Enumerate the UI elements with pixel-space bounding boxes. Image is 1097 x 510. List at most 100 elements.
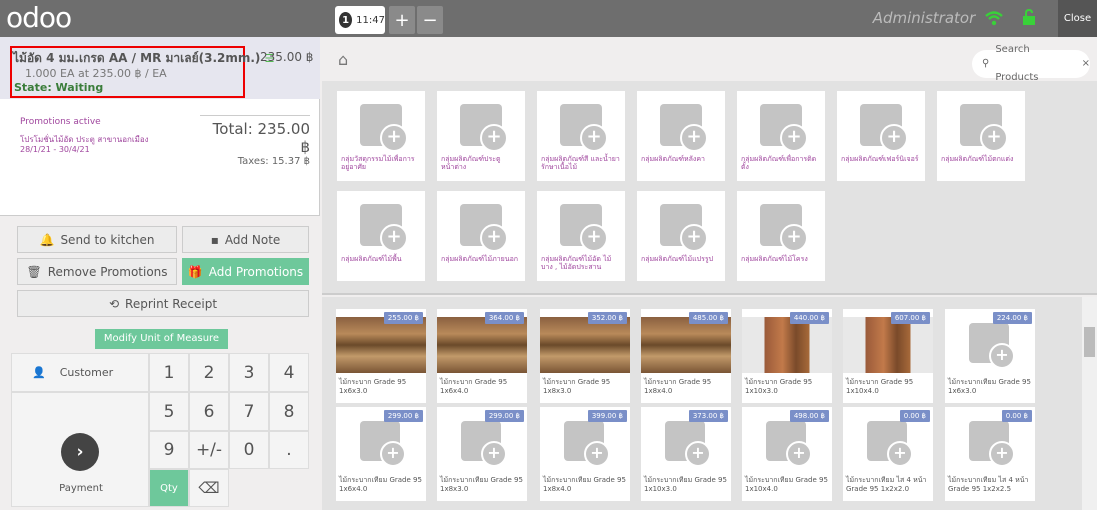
search-input[interactable]: ⚲ Search Products ×	[972, 44, 1090, 83]
category-item[interactable]: กลุ่มผลิตภัณฑ์ไม้ตกแต่ง	[937, 91, 1025, 181]
category-item[interactable]: กลุ่มผลิตภัณฑ์ไม้แปรรูป	[637, 191, 725, 281]
product-name: ไม้กระบากเทียม Grade 95 1x10x4.0	[745, 476, 828, 493]
user-icon: 👤	[32, 366, 46, 379]
order-number: 1	[339, 12, 353, 28]
camera-placeholder-icon	[660, 104, 708, 152]
category-item[interactable]: กลุ่มผลิตภัณฑ์ไม้อัด ไม้บาง , ไม้อัดประส…	[537, 191, 625, 281]
product-name: ไม้กระบากเทียม Grade 95 1x8x4.0	[543, 476, 626, 493]
keypad-5[interactable]: 5	[149, 392, 189, 431]
qty-mode-button[interactable]: Qty	[149, 469, 189, 507]
product-image	[437, 317, 527, 373]
category-item[interactable]: กลุ่มผลิตภัณฑ์เฟอร์นิเจอร์	[837, 91, 925, 181]
camera-placeholder-icon	[564, 421, 610, 467]
keypad-plus-minus[interactable]: +/-	[189, 431, 229, 469]
category-item[interactable]: กลุ่มผลิตภัณฑ์ไม้ภายนอก	[437, 191, 525, 281]
product-card[interactable]: 607.00 ฿ไม้กระบาก Grade 95 1x10x4.0	[843, 309, 933, 403]
refresh-icon: ⟲	[108, 296, 120, 311]
product-image	[540, 317, 630, 373]
product-price: 224.00 ฿	[992, 312, 1032, 324]
order-line[interactable]: ไม้อัด 4 มม.เกรด AA / MR มาเลย์(3.2mm.) …	[0, 37, 320, 99]
product-card[interactable]: 299.00 ฿ไม้กระบากเทียม Grade 95 1x6x4.0	[336, 407, 426, 501]
camera-placeholder-icon	[560, 104, 608, 152]
category-item[interactable]: กลุ่มผลิตภัณฑ์ประตู หน้าต่าง	[437, 91, 525, 181]
user-name: Administrator	[872, 9, 976, 27]
product-price: 485.00 ฿	[688, 312, 728, 324]
keypad-3[interactable]: 3	[229, 353, 269, 392]
product-card[interactable]: 0.00 ฿ไม้กระบากเทียม ไส 4 หน้า Grade 95 …	[945, 407, 1035, 501]
customer-button[interactable]: 👤 Customer	[11, 353, 149, 392]
reprint-receipt-button[interactable]: ⟲ Reprint Receipt	[17, 290, 309, 317]
close-button[interactable]: Close	[1058, 0, 1097, 37]
product-card[interactable]: 498.00 ฿ไม้กระบากเทียม Grade 95 1x10x4.0	[742, 407, 832, 501]
product-name: ไม้กระบากเทียม Grade 95 1x8x3.0	[440, 476, 523, 493]
product-price: 255.00 ฿	[383, 312, 423, 324]
bell-icon: 🔔	[39, 232, 55, 247]
camera-placeholder-icon	[360, 421, 406, 467]
new-order-button[interactable]: +	[389, 6, 415, 34]
category-item[interactable]: กลุ่มผลิตภัณฑ์หลังคา	[637, 91, 725, 181]
order-tab[interactable]: 1 11:47	[335, 6, 385, 34]
category-item[interactable]: กลุ่มวัสดุกรรมไม้เพื่อการอยู่อาศัย	[337, 91, 425, 181]
home-icon[interactable]: ⌂	[338, 50, 348, 69]
keypad-2[interactable]: 2	[189, 353, 229, 392]
promotions-title: Promotions active	[20, 117, 101, 127]
category-item[interactable]: กลุ่มผลิตภัณฑ์ไม้โครง	[737, 191, 825, 281]
product-name: ไม้กระบาก Grade 95 1x8x4.0	[644, 378, 712, 395]
category-item[interactable]: กลุ่มผลิตภัณฑ์เพื่อการติดตั้ง	[737, 91, 825, 181]
product-card[interactable]: 299.00 ฿ไม้กระบากเทียม Grade 95 1x8x3.0	[437, 407, 527, 501]
add-promotions-button[interactable]: 🎁 Add Promotions	[182, 258, 309, 285]
scrollbar-thumb[interactable]	[1084, 327, 1095, 357]
keypad-8[interactable]: 8	[269, 392, 309, 431]
keypad-9[interactable]: 9	[149, 431, 189, 469]
camera-placeholder-icon	[969, 323, 1015, 369]
keypad-1[interactable]: 1	[149, 353, 189, 392]
send-to-kitchen-button[interactable]: 🔔 Send to kitchen	[17, 226, 177, 253]
category-list: กลุ่มวัสดุกรรมไม้เพื่อการอยู่อาศัย กลุ่ม…	[322, 81, 1097, 295]
keypad-0[interactable]: 0	[229, 431, 269, 469]
product-image	[843, 317, 933, 373]
product-card[interactable]: 364.00 ฿ไม้กระบาก Grade 95 1x6x4.0	[437, 309, 527, 403]
product-card[interactable]: 224.00 ฿ไม้กระบากเทียม Grade 95 1x6x3.0	[945, 309, 1035, 403]
category-item[interactable]: กลุ่มผลิตภัณฑ์สี และน้ำยารักษาเนื้อไม้	[537, 91, 625, 181]
keypad-7[interactable]: 7	[229, 392, 269, 431]
category-item[interactable]: กลุ่มผลิตภัณฑ์ไม้พื้น	[337, 191, 425, 281]
delete-order-button[interactable]: −	[417, 6, 443, 34]
product-card[interactable]: 255.00 ฿ไม้กระบาก Grade 95 1x6x3.0	[336, 309, 426, 403]
product-price: 299.00 ฿	[484, 410, 524, 422]
order-line-product: ไม้อัด 4 มม.เกรด AA / MR มาเลย์(3.2mm.) …	[13, 51, 275, 65]
payment-label: Payment	[59, 483, 103, 494]
top-bar: odoo 1 11:47 + − Administrator Close	[0, 0, 1097, 37]
camera-placeholder-icon	[860, 104, 908, 152]
product-name: ไม้กระบาก Grade 95 1x6x3.0	[339, 378, 407, 395]
product-card[interactable]: 0.00 ฿ไม้กระบากเทียม ไส 4 หน้า Grade 95 …	[843, 407, 933, 501]
note-icon: ▪	[210, 232, 219, 247]
order-pane: ไม้อัด 4 มม.เกรด AA / MR มาเลย์(3.2mm.) …	[0, 37, 320, 510]
product-name: ไม้กระบาก Grade 95 1x6x4.0	[440, 378, 508, 395]
product-name: ไม้กระบาก Grade 95 1x10x3.0	[745, 378, 813, 395]
control-panel: 🔔 Send to kitchen ▪ Add Note 🗑 Remove Promo…	[0, 215, 320, 510]
backspace-icon[interactable]: ⌫	[189, 469, 229, 507]
keypad-6[interactable]: 6	[189, 392, 229, 431]
payment-button[interactable]: › Payment	[11, 392, 149, 507]
remove-promotions-button[interactable]: 🗑 Remove Promotions	[17, 258, 177, 285]
product-name: ไม้กระบากเทียม Grade 95 1x6x3.0	[948, 378, 1031, 395]
keypad-dot[interactable]: .	[269, 431, 309, 469]
modify-uom-button[interactable]: Modify Unit of Measure	[95, 329, 228, 349]
camera-placeholder-icon	[460, 104, 508, 152]
product-image	[641, 317, 731, 373]
keypad-4[interactable]: 4	[269, 353, 309, 392]
lock-icon[interactable]	[1022, 8, 1036, 29]
wifi-icon	[985, 10, 1003, 30]
camera-placeholder-icon	[665, 421, 711, 467]
product-card[interactable]: 440.00 ฿ไม้กระบาก Grade 95 1x10x3.0	[742, 309, 832, 403]
clear-search-icon[interactable]: ×	[1082, 50, 1090, 78]
product-card[interactable]: 399.00 ฿ไม้กระบากเทียม Grade 95 1x8x4.0	[540, 407, 630, 501]
product-card[interactable]: 352.00 ฿ไม้กระบาก Grade 95 1x8x3.0	[540, 309, 630, 403]
scrollbar[interactable]	[1082, 297, 1097, 510]
product-card[interactable]: 485.00 ฿ไม้กระบาก Grade 95 1x8x4.0	[641, 309, 731, 403]
product-card[interactable]: 373.00 ฿ไม้กระบากเทียม Grade 95 1x10x3.0	[641, 407, 731, 501]
product-screen: ⌂ ⚲ Search Products × กลุ่มวัสดุกรรมไม้เ…	[322, 37, 1097, 510]
add-note-button[interactable]: ▪ Add Note	[182, 226, 309, 253]
order-line-state: State: Waiting	[14, 81, 104, 94]
product-price: 299.00 ฿	[383, 410, 423, 422]
